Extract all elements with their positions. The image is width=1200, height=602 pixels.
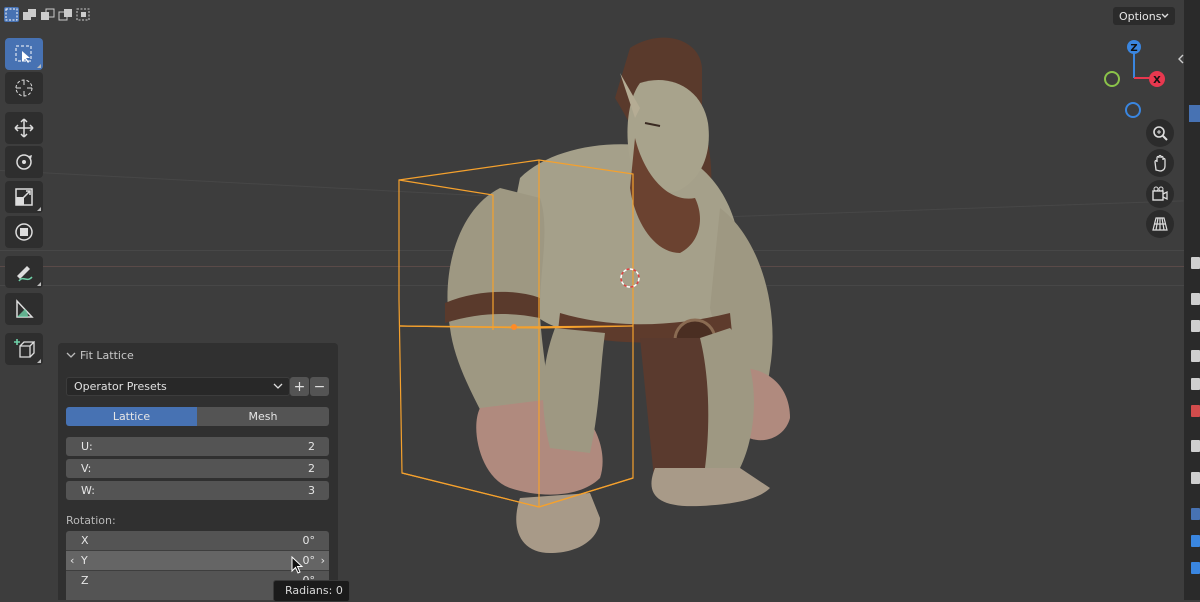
field-value: 2 <box>308 440 315 453</box>
select-difference-icon[interactable] <box>58 7 73 22</box>
select-subtract-icon[interactable] <box>40 7 55 22</box>
plus-icon: + <box>293 378 306 395</box>
chevron-down-icon <box>1161 13 1169 18</box>
field-label: U: <box>81 440 93 453</box>
hand-icon <box>1154 154 1166 172</box>
edge-icon[interactable] <box>1191 440 1200 452</box>
minus-icon: − <box>313 378 326 395</box>
value-tooltip: Radians: 0 <box>273 580 350 602</box>
rotate-icon <box>16 154 32 170</box>
camera-icon <box>1152 186 1168 201</box>
y-axis-icon <box>1104 71 1120 87</box>
edge-icon[interactable] <box>1191 508 1200 520</box>
cursor-tool[interactable] <box>5 72 43 104</box>
rotation-label: Rotation: <box>66 514 116 527</box>
scale-icon <box>15 188 33 206</box>
chevron-down-icon <box>273 383 283 389</box>
select-box-tool[interactable] <box>5 38 43 70</box>
scale-tool[interactable] <box>5 181 43 213</box>
rotation-x-field[interactable]: X 0° <box>66 531 329 550</box>
tab-lattice[interactable]: Lattice <box>66 407 197 426</box>
select-mode-group <box>4 7 91 22</box>
edge-icon[interactable] <box>1191 350 1200 362</box>
edge-icon[interactable] <box>1191 562 1200 574</box>
options-label: Options <box>1119 9 1162 23</box>
tab-mesh[interactable]: Mesh <box>197 407 329 426</box>
field-label: W: <box>81 484 95 497</box>
rotate-tool[interactable] <box>5 146 43 178</box>
select-new-icon[interactable] <box>4 7 19 22</box>
mouse-pointer-icon <box>291 556 304 574</box>
zoom-button[interactable] <box>1146 119 1174 147</box>
perspective-toggle-button[interactable] <box>1146 210 1174 238</box>
pan-button[interactable] <box>1146 149 1174 177</box>
select-box-icon <box>15 45 32 63</box>
remove-preset-button[interactable]: − <box>310 377 329 396</box>
neg-z-axis-icon <box>1125 102 1141 118</box>
move-arrows-icon <box>14 118 34 138</box>
w-field[interactable]: W: 3 <box>66 481 329 500</box>
edge-icon[interactable] <box>1191 472 1200 484</box>
zoom-icon <box>1153 126 1168 141</box>
edge-icon[interactable] <box>1191 257 1200 269</box>
panel-title: Fit Lattice <box>80 349 134 362</box>
field-label: Y <box>81 554 88 567</box>
chevron-down-icon <box>66 352 76 358</box>
annotate-tool[interactable] <box>5 256 43 288</box>
field-value: 0° <box>302 534 316 547</box>
add-preset-button[interactable]: + <box>290 377 309 396</box>
field-label: Z <box>81 574 89 587</box>
field-value: 3 <box>308 484 315 497</box>
camera-view-button[interactable] <box>1146 180 1174 208</box>
edge-icon[interactable] <box>1191 293 1200 305</box>
edge-icon[interactable] <box>1191 378 1200 390</box>
ruler-icon <box>16 299 34 318</box>
operator-presets-dropdown[interactable]: Operator Presets <box>66 377 290 396</box>
outliner-selected-row[interactable] <box>1189 105 1200 122</box>
cursor-icon <box>15 79 33 97</box>
svg-text:X: X <box>1153 75 1161 86</box>
measure-tool[interactable] <box>5 293 43 325</box>
navigation-gizmo[interactable]: Z X <box>1098 36 1178 122</box>
edge-icon[interactable] <box>1191 320 1200 332</box>
add-cube-tool[interactable] <box>5 333 43 365</box>
transform-tool[interactable] <box>5 216 43 248</box>
field-label: X <box>81 534 89 547</box>
panel-header[interactable]: Fit Lattice <box>58 343 338 367</box>
options-dropdown[interactable]: Options <box>1113 7 1175 25</box>
decrement-arrow-icon[interactable]: ‹ <box>70 551 74 570</box>
edge-icon[interactable] <box>1191 405 1200 417</box>
add-cube-icon <box>14 339 35 358</box>
pencil-icon <box>17 266 33 282</box>
increment-arrow-icon[interactable]: › <box>321 551 325 570</box>
presets-label: Operator Presets <box>74 380 167 393</box>
select-extend-icon[interactable] <box>22 7 37 22</box>
grid-perspective-icon <box>1152 217 1168 231</box>
transform-icon <box>15 223 33 241</box>
move-tool[interactable] <box>5 112 43 144</box>
u-field[interactable]: U: 2 <box>66 437 329 456</box>
edge-icon[interactable] <box>1191 535 1200 547</box>
3d-cursor-icon <box>620 268 640 288</box>
select-intersect-icon[interactable] <box>76 7 91 22</box>
svg-text:Z: Z <box>1130 43 1137 54</box>
v-field[interactable]: V: 2 <box>66 459 329 478</box>
field-label: V: <box>81 462 92 475</box>
chevron-left-icon[interactable] <box>1176 53 1186 65</box>
field-value: 2 <box>308 462 315 475</box>
field-value: 0° <box>302 554 316 567</box>
